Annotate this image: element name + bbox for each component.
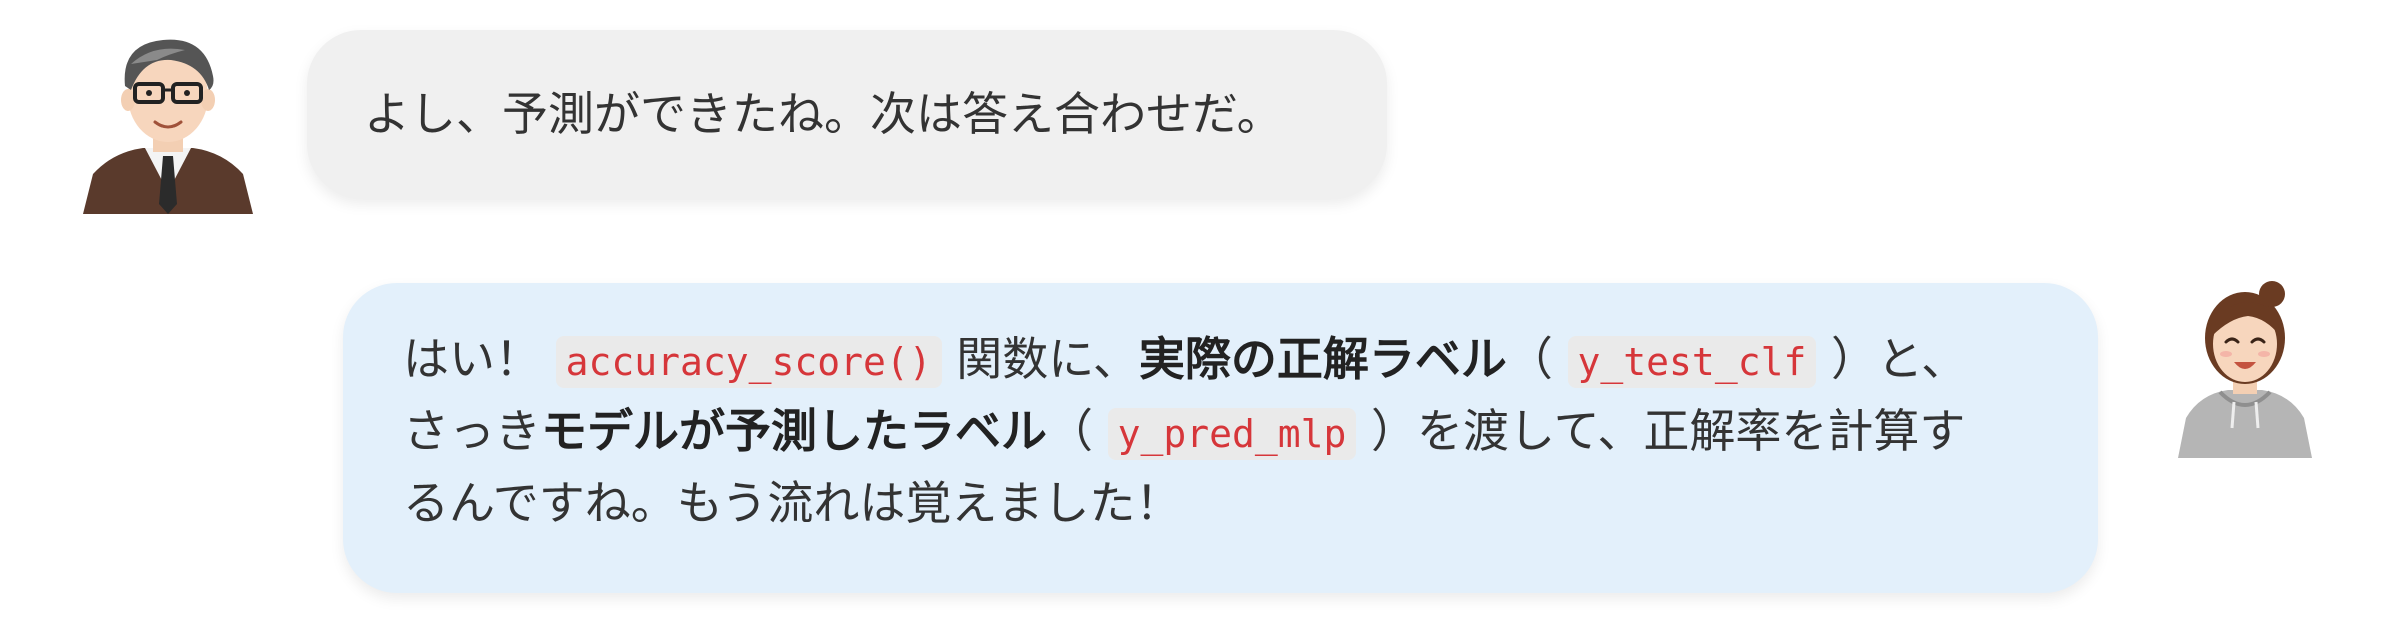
bold-text: モデルが予測したラベル xyxy=(541,404,1047,458)
student-message-line-3: るんですね。もう流れは覚えました！ xyxy=(403,476,1182,530)
student-message-line-1: はい！ accuracy_score() 関数に、実際の正解ラベル（ y_tes… xyxy=(403,332,1968,388)
teacher-avatar-icon xyxy=(73,24,263,214)
teacher-message-bubble: よし、予測ができたね。次は答え合わせだ。 xyxy=(307,30,1387,198)
student-message-text: はい！ accuracy_score() 関数に、実際の正解ラベル（ y_tes… xyxy=(403,323,2038,539)
student-avatar-icon xyxy=(2170,278,2320,458)
inline-code: y_test_clf xyxy=(1567,336,1817,388)
student-message-bubble: はい！ accuracy_score() 関数に、実際の正解ラベル（ y_tes… xyxy=(343,283,2098,593)
inline-code: accuracy_score() xyxy=(555,336,942,388)
student-message-line-2: さっきモデルが予測したラベル（ y_pred_mlp ）を渡して、正解率を計算す xyxy=(403,404,1966,460)
inline-code: y_pred_mlp xyxy=(1107,408,1357,460)
teacher-message-text: よし、予測ができたね。次は答え合わせだ。 xyxy=(364,87,1283,141)
bold-text: 実際の正解ラベル xyxy=(1138,332,1507,386)
